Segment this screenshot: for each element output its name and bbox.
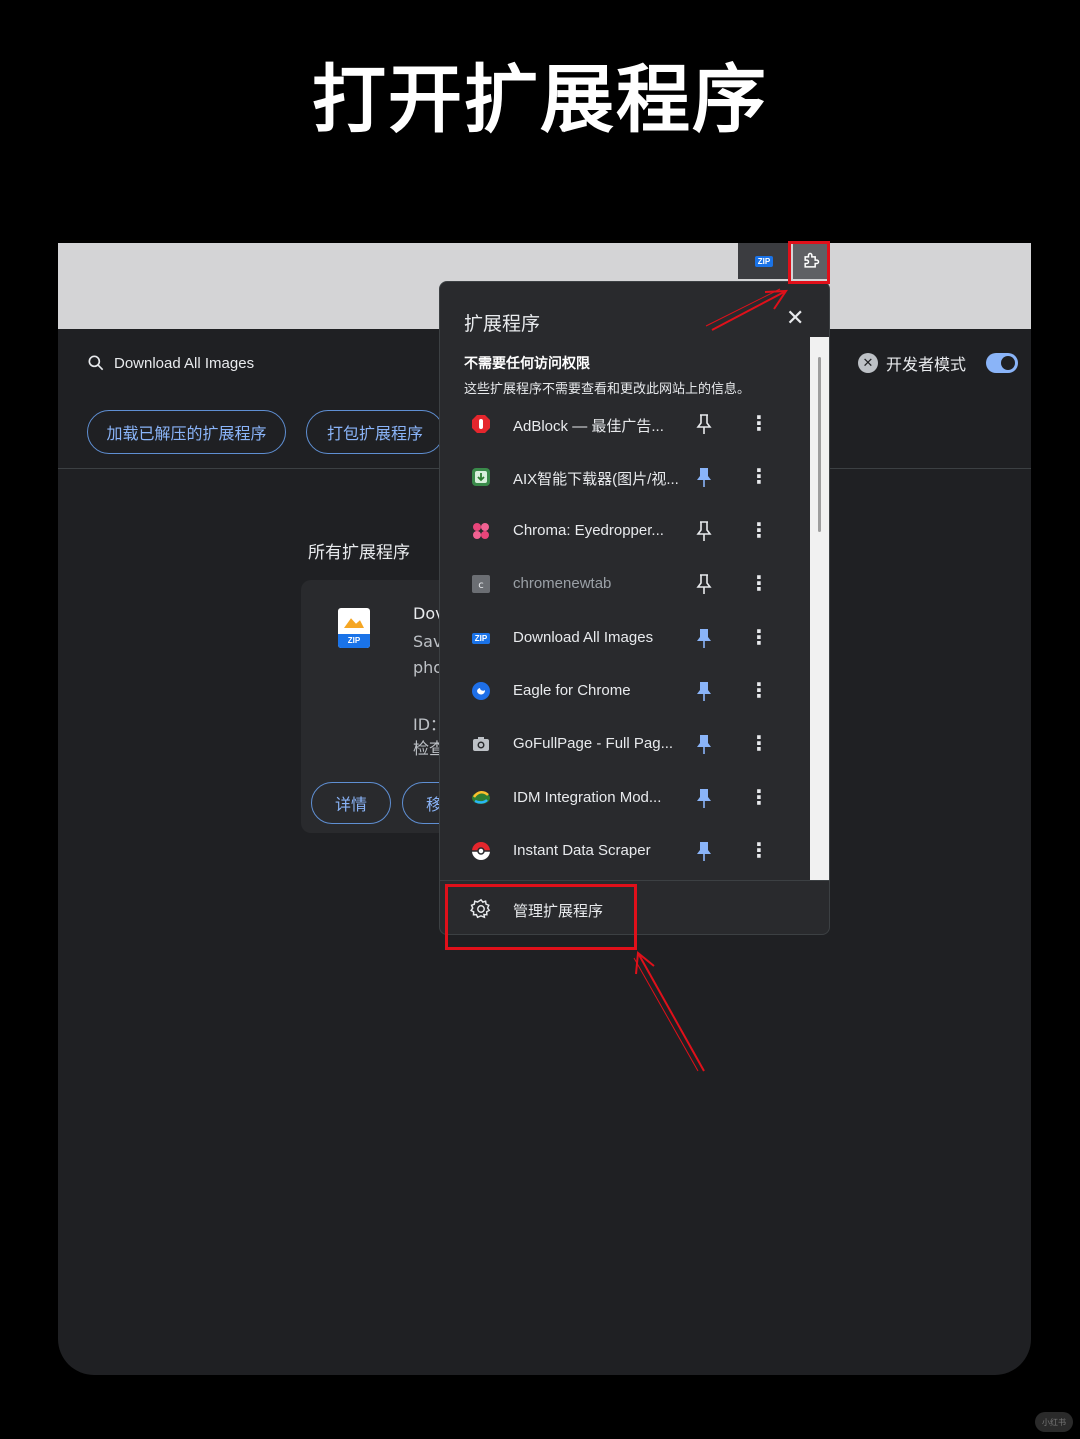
extension-row-chroma[interactable]: Chroma: Eyedropper... ⋮ xyxy=(440,506,810,559)
permission-description: 这些扩展程序不需要查看和更改此网站上的信息。 xyxy=(464,382,751,397)
details-button[interactable]: 详情 xyxy=(311,782,391,824)
extension-name: GoFullPage - Full Pag... xyxy=(513,735,674,752)
toolbar-zip-extension[interactable]: ZIP xyxy=(738,243,790,279)
popup-title: 扩展程序 xyxy=(464,313,541,335)
puzzle-icon xyxy=(804,252,820,268)
pin-filled-icon[interactable] xyxy=(696,733,712,755)
pin-outline-icon[interactable] xyxy=(696,573,712,595)
clear-search-icon[interactable]: ✕ xyxy=(858,353,878,373)
extension-row-eagle[interactable]: Eagle for Chrome ⋮ xyxy=(440,666,810,719)
svg-text:c: c xyxy=(478,580,484,591)
aix-downloader-icon xyxy=(470,466,492,488)
more-options-icon[interactable]: ⋮ xyxy=(749,518,769,542)
more-options-icon[interactable]: ⋮ xyxy=(749,411,769,435)
extension-name: Chroma: Eyedropper... xyxy=(513,522,664,539)
extension-row-instant-data-scraper[interactable]: Instant Data Scraper ⋮ xyxy=(440,826,810,879)
extension-name: AdBlock — 最佳广告... xyxy=(513,418,664,435)
eagle-icon xyxy=(470,680,492,702)
search-text: Download All Images xyxy=(114,354,255,372)
extension-row-adblock[interactable]: AdBlock — 最佳广告... ⋮ xyxy=(440,399,810,452)
zip-icon: ZIP xyxy=(470,627,492,649)
manage-extensions-label: 管理扩展程序 xyxy=(513,902,604,920)
extension-name: chromenewtab xyxy=(513,575,612,592)
pin-filled-icon[interactable] xyxy=(696,787,712,809)
developer-mode: ✕ 开发者模式 xyxy=(858,351,1019,375)
extension-row-download-all-images[interactable]: ZIP Download All Images ⋮ xyxy=(440,613,810,666)
more-options-icon[interactable]: ⋮ xyxy=(749,464,769,488)
extension-name: Eagle for Chrome xyxy=(513,682,631,699)
pin-filled-icon[interactable] xyxy=(696,840,712,862)
close-icon[interactable]: ✕ xyxy=(786,306,804,331)
scrollbar-thumb[interactable] xyxy=(818,357,821,532)
extensions-popup: 扩展程序 ✕ 不需要任何访问权限 这些扩展程序不需要查看和更改此网站上的信息。 … xyxy=(439,281,830,935)
headline: 打开扩展程序 xyxy=(312,57,768,143)
extension-name: IDM Integration Mod... xyxy=(513,789,662,806)
extensions-menu-button[interactable] xyxy=(793,243,829,279)
pin-filled-icon[interactable] xyxy=(696,627,712,649)
pokeball-icon xyxy=(470,840,492,862)
more-options-icon[interactable]: ⋮ xyxy=(749,625,769,649)
more-options-icon[interactable]: ⋮ xyxy=(749,785,769,809)
permission-heading: 不需要任何访问权限 xyxy=(464,356,590,372)
extension-name: Instant Data Scraper xyxy=(513,842,651,859)
search-bar[interactable]: Download All Images xyxy=(86,353,254,373)
extension-row-aix[interactable]: AIX智能下载器(图片/视... ⋮ xyxy=(440,452,810,505)
divider xyxy=(440,880,829,881)
adblock-icon xyxy=(470,413,492,435)
idm-icon xyxy=(470,787,492,809)
zip-icon: ZIP xyxy=(754,255,774,267)
pack-extension-button[interactable]: 打包扩展程序 xyxy=(306,410,444,454)
extension-name: Download All Images xyxy=(513,629,654,646)
watermark: 小红书 xyxy=(1035,1412,1073,1432)
more-options-icon[interactable]: ⋮ xyxy=(749,838,769,862)
dev-mode-label: 开发者模式 xyxy=(886,355,967,374)
chroma-icon xyxy=(470,520,492,542)
more-options-icon[interactable]: ⋮ xyxy=(749,731,769,755)
load-unpacked-button[interactable]: 加载已解压的扩展程序 xyxy=(87,410,286,454)
zip-file-icon: ZIP xyxy=(338,608,370,648)
camera-icon xyxy=(470,733,492,755)
more-options-icon[interactable]: ⋮ xyxy=(749,571,769,595)
chromenewtab-icon: c xyxy=(470,573,492,595)
search-icon xyxy=(88,355,104,371)
gear-icon xyxy=(470,898,492,920)
extension-row-gofullpage[interactable]: GoFullPage - Full Pag... ⋮ xyxy=(440,719,810,772)
pin-outline-icon[interactable] xyxy=(696,413,712,435)
manage-extensions-item[interactable]: 管理扩展程序 xyxy=(440,882,829,934)
pin-filled-icon[interactable] xyxy=(696,680,712,702)
extension-row-idm[interactable]: IDM Integration Mod... ⋮ xyxy=(440,773,810,826)
extension-row-chromenewtab[interactable]: c chromenewtab ⋮ xyxy=(440,559,810,612)
more-options-icon[interactable]: ⋮ xyxy=(749,678,769,702)
extension-name: AIX智能下载器(图片/视... xyxy=(513,471,679,488)
pin-outline-icon[interactable] xyxy=(696,520,712,542)
dev-mode-toggle[interactable] xyxy=(986,353,1019,373)
section-title: 所有扩展程序 xyxy=(308,543,410,563)
pin-filled-icon[interactable] xyxy=(696,466,712,488)
